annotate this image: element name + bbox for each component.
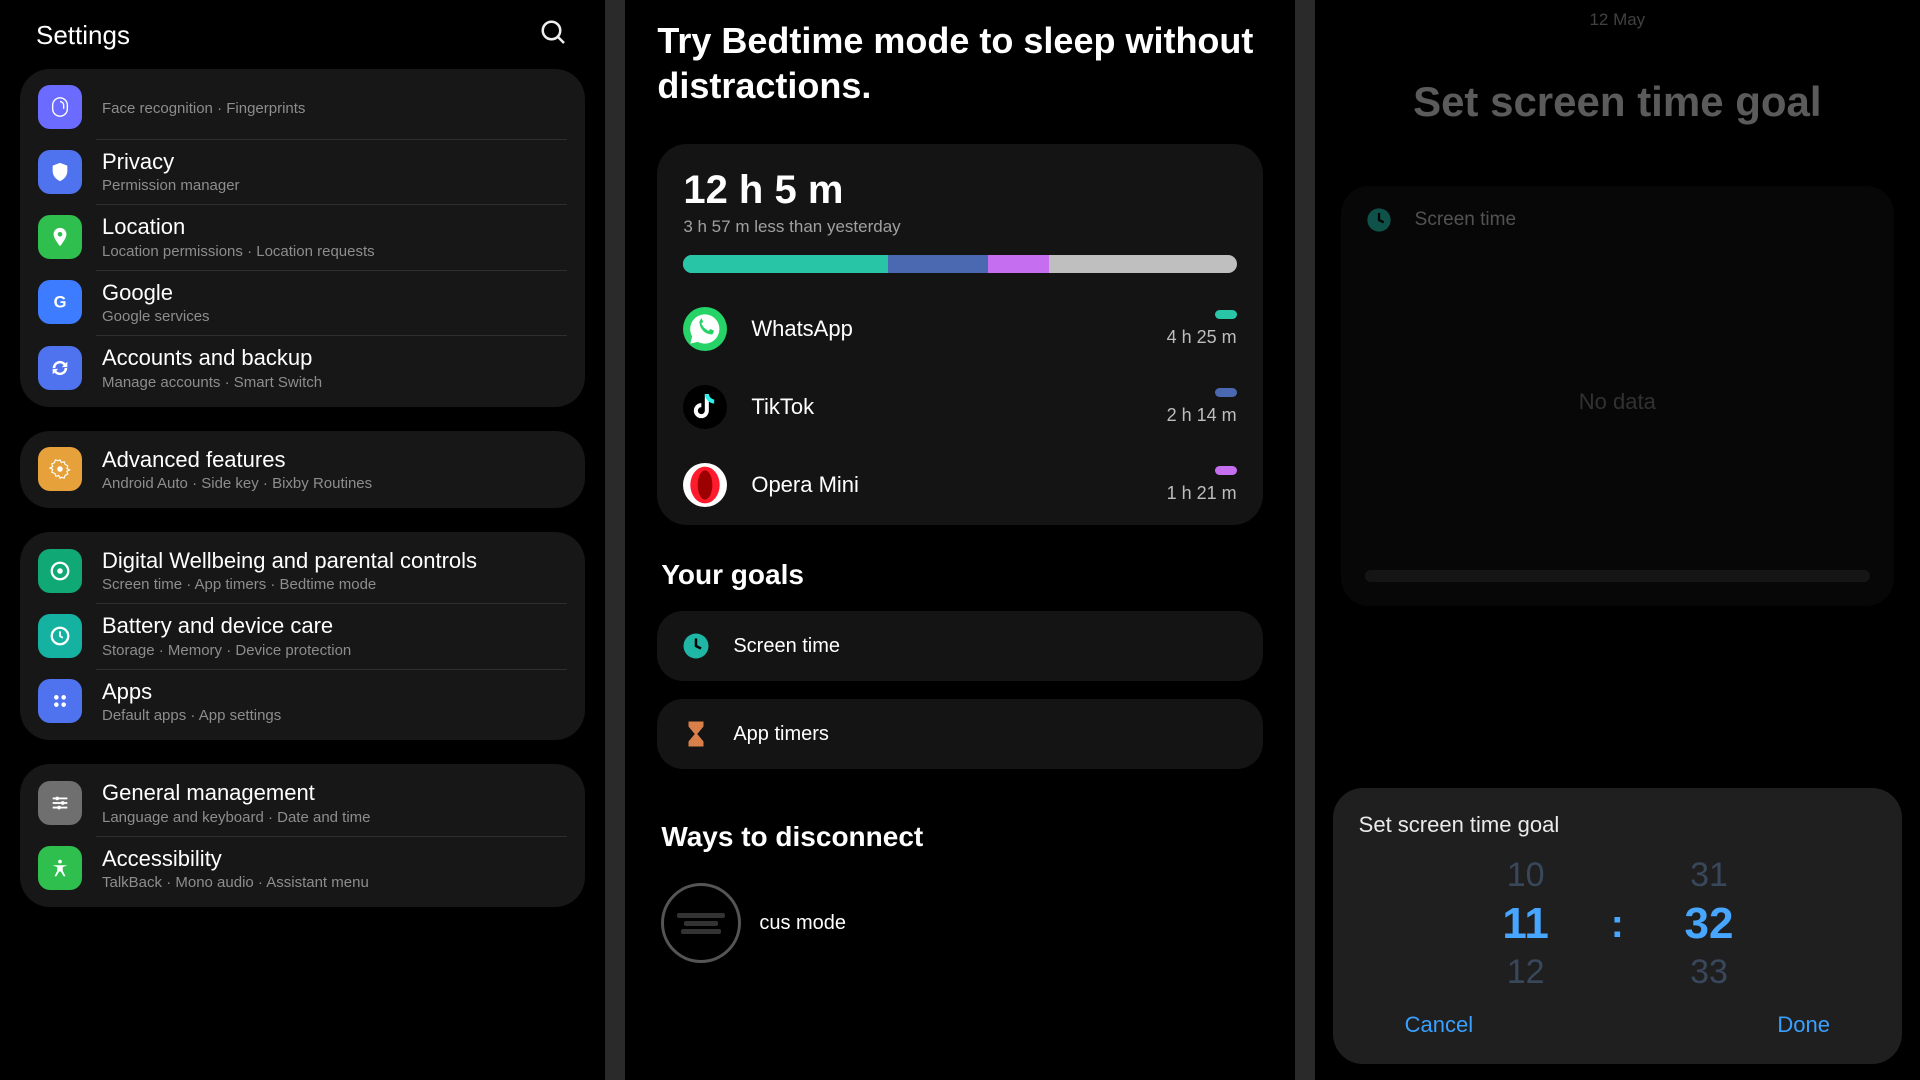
item-title: Privacy	[102, 149, 240, 175]
time-separator: :	[1611, 902, 1624, 947]
item-subtitle: Storage · Memory · Device protection	[102, 642, 351, 659]
settings-item[interactable]: Advanced features Android Auto · Side key…	[20, 437, 585, 502]
a11y-icon	[38, 846, 82, 890]
settings-screen: Settings Face recognition · Fingerprints…	[0, 0, 605, 1080]
gear-icon	[38, 447, 82, 491]
item-title: General management	[102, 780, 371, 806]
item-subtitle: Language and keyboard · Date and time	[102, 809, 371, 826]
item-title: Location	[102, 214, 375, 240]
fingerprint-icon	[38, 85, 82, 129]
item-subtitle: Location permissions · Location requests	[102, 243, 375, 260]
item-subtitle: Manage accounts · Smart Switch	[102, 374, 322, 391]
ways-heading: Ways to disconnect	[661, 821, 1262, 853]
cancel-button[interactable]: Cancel	[1405, 1012, 1473, 1038]
settings-item[interactable]: Privacy Permission manager	[20, 139, 585, 204]
settings-item[interactable]: Face recognition · Fingerprints	[20, 75, 585, 139]
goals-heading: Your goals	[661, 559, 1262, 591]
app-name: Opera Mini	[751, 472, 1166, 498]
settings-item[interactable]: Accounts and backup Manage accounts · Sma…	[20, 335, 585, 400]
time-picker-sheet: Set screen time goal 10 11 12 : 31 32 33…	[1333, 788, 1902, 1064]
tiktok-icon	[683, 385, 727, 429]
item-subtitle: Permission manager	[102, 177, 240, 194]
settings-item[interactable]: Battery and device care Storage · Memory …	[20, 603, 585, 668]
item-subtitle: Screen time · App timers · Bedtime mode	[102, 576, 477, 593]
app-name: TikTok	[751, 394, 1166, 420]
app-color-chip	[1215, 310, 1237, 319]
app-time: 4 h 25 m	[1167, 327, 1237, 348]
app-usage-row[interactable]: WhatsApp4 h 25 m	[683, 307, 1236, 351]
app-name: WhatsApp	[751, 316, 1166, 342]
sheet-title: Set screen time goal	[1359, 812, 1876, 838]
settings-group: General management Language and keyboard …	[20, 764, 585, 907]
search-icon[interactable]	[539, 18, 569, 53]
hourglass-icon	[681, 719, 711, 749]
hour-picker[interactable]: 10 11 12	[1461, 856, 1591, 992]
wellbeing-icon	[38, 549, 82, 593]
focus-mode-preview-icon	[661, 883, 741, 963]
usage-card[interactable]: 12 h 5 m 3 h 57 m less than yesterday Wh…	[657, 144, 1262, 525]
google-icon: G	[38, 280, 82, 324]
clock-icon	[681, 631, 711, 661]
item-title: Accounts and backup	[102, 345, 322, 371]
settings-group: Advanced features Android Auto · Side key…	[20, 431, 585, 508]
settings-item[interactable]: G Google Google services	[20, 270, 585, 335]
settings-group: Digital Wellbeing and parental controls S…	[20, 532, 585, 740]
whatsapp-icon	[683, 307, 727, 351]
opera-icon	[683, 463, 727, 507]
settings-title: Settings	[36, 20, 130, 51]
apps-icon	[38, 679, 82, 723]
app-color-chip	[1215, 466, 1237, 475]
settings-item[interactable]: Accessibility TalkBack · Mono audio · Ass…	[20, 836, 585, 901]
settings-item[interactable]: Digital Wellbeing and parental controls S…	[20, 538, 585, 603]
app-time: 2 h 14 m	[1167, 405, 1237, 426]
settings-header: Settings	[0, 0, 605, 69]
item-subtitle: Face recognition · Fingerprints	[102, 100, 305, 117]
settings-item[interactable]: Location Location permissions · Location …	[20, 204, 585, 269]
app-usage-row[interactable]: TikTok2 h 14 m	[683, 385, 1236, 429]
app-usage-row[interactable]: Opera Mini1 h 21 m	[683, 463, 1236, 507]
app-color-chip	[1215, 388, 1237, 397]
app-time: 1 h 21 m	[1167, 483, 1237, 504]
item-title: Apps	[102, 679, 281, 705]
done-button[interactable]: Done	[1777, 1012, 1830, 1038]
item-title: Google	[102, 280, 210, 306]
item-subtitle: Android Auto · Side key · Bixby Routines	[102, 475, 372, 492]
item-title: Digital Wellbeing and parental controls	[102, 548, 477, 574]
settings-item[interactable]: Apps Default apps · App settings	[20, 669, 585, 734]
focus-mode-row[interactable]: cus mode	[657, 883, 1262, 963]
care-icon	[38, 614, 82, 658]
item-title: Accessibility	[102, 846, 369, 872]
sliders-icon	[38, 781, 82, 825]
delta-text: 3 h 57 m less than yesterday	[683, 217, 1236, 237]
item-subtitle: TalkBack · Mono audio · Assistant menu	[102, 874, 369, 891]
settings-list[interactable]: Face recognition · Fingerprints Privacy Pe…	[0, 69, 605, 1080]
settings-group: Face recognition · Fingerprints Privacy Pe…	[20, 69, 585, 407]
svg-text:G: G	[54, 294, 67, 312]
minute-picker[interactable]: 31 32 33	[1644, 856, 1774, 992]
goal-app-timers[interactable]: App timers	[657, 699, 1262, 769]
bedtime-headline: Try Bedtime mode to sleep without distra…	[657, 18, 1262, 108]
item-subtitle: Google services	[102, 308, 210, 325]
settings-item[interactable]: General management Language and keyboard …	[20, 770, 585, 835]
total-time: 12 h 5 m	[683, 168, 1236, 213]
goal-screen-time[interactable]: Screen time	[657, 611, 1262, 681]
sync-icon	[38, 346, 82, 390]
shield-icon	[38, 150, 82, 194]
item-title: Battery and device care	[102, 613, 351, 639]
item-title: Advanced features	[102, 447, 372, 473]
screen-time-goal-screen: 12 May Set screen time goal Screen time …	[1315, 0, 1920, 1080]
usage-bar	[683, 255, 1236, 273]
wellbeing-screen: Try Bedtime mode to sleep without distra…	[625, 0, 1294, 1080]
pin-icon	[38, 215, 82, 259]
item-subtitle: Default apps · App settings	[102, 707, 281, 724]
